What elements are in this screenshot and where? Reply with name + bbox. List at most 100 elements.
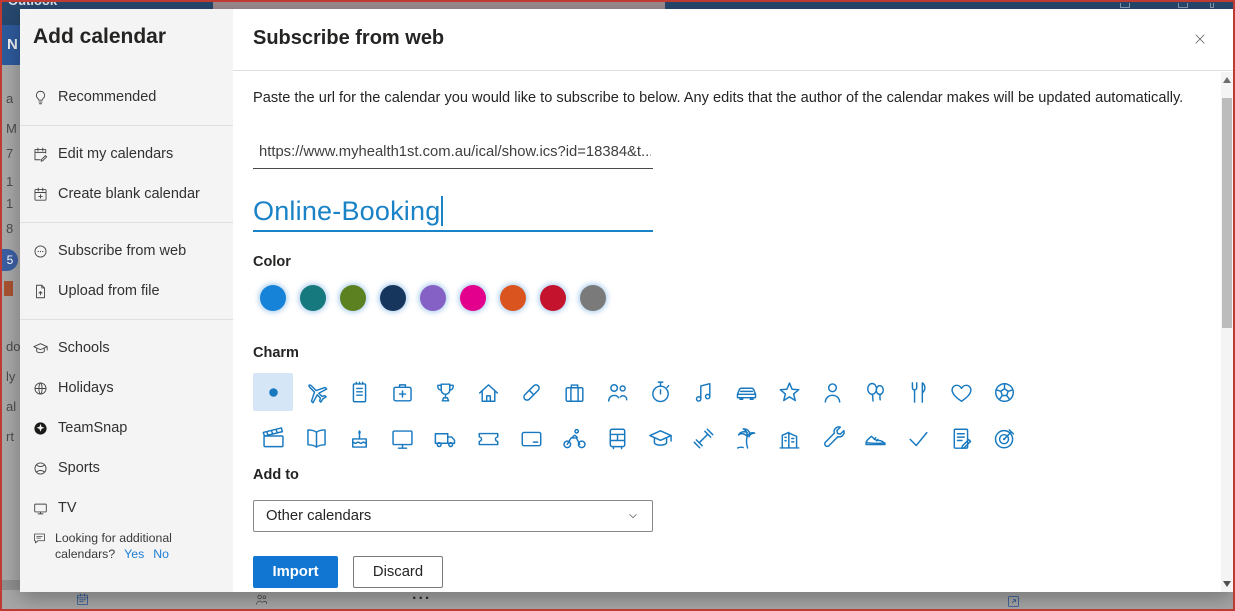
popout-icon[interactable]	[1006, 594, 1021, 609]
charm-bus[interactable]	[597, 419, 637, 457]
charm-clapperboard[interactable]	[253, 419, 293, 457]
scroll-up-icon[interactable]	[1221, 73, 1233, 87]
close-icon[interactable]	[1189, 29, 1211, 51]
feedback-no-link[interactable]: No	[153, 547, 169, 561]
discard-button[interactable]: Discard	[353, 556, 443, 588]
color-swatch-6[interactable]	[460, 285, 486, 311]
charm-wrench[interactable]	[812, 419, 852, 457]
people-icon[interactable]	[254, 592, 269, 607]
charm-person[interactable]	[812, 373, 852, 411]
globe-icon	[32, 380, 49, 397]
charm-first-aid-kit[interactable]	[382, 373, 422, 411]
charm-notepad[interactable]	[339, 373, 379, 411]
sidebar-item-recommended[interactable]: Recommended	[20, 77, 233, 117]
dining-icon	[905, 379, 932, 406]
backdrop-text-fragment: do	[6, 339, 20, 354]
charm-checkmark[interactable]	[898, 419, 938, 457]
calendar-name-value: Online-Booking	[253, 196, 440, 227]
sidebar-item-edit-my-calendars[interactable]: Edit my calendars	[20, 134, 233, 174]
sidebar-item-subscribe-from-web[interactable]: Subscribe from web	[20, 231, 233, 271]
charm-credit-card[interactable]	[511, 419, 551, 457]
backdrop-text-fragment: al	[6, 399, 16, 414]
charm-row-1	[253, 373, 1024, 411]
clapperboard-icon	[260, 425, 287, 452]
charm-cyclist[interactable]	[554, 419, 594, 457]
running-shoe-icon	[862, 425, 889, 452]
dialog-main: Subscribe from web Paste the url for the…	[233, 9, 1233, 592]
charm-journal[interactable]	[941, 419, 981, 457]
color-swatch-1[interactable]	[260, 285, 286, 311]
charm-briefcase[interactable]	[554, 373, 594, 411]
cyclist-icon	[561, 425, 588, 452]
charm-home[interactable]	[468, 373, 508, 411]
dot-icon	[260, 379, 287, 406]
color-swatch-9[interactable]	[580, 285, 606, 311]
calendar-icon[interactable]	[75, 592, 90, 607]
add-to-dropdown[interactable]: Other calendars	[253, 500, 653, 532]
balloons-icon	[862, 379, 889, 406]
color-swatch-3[interactable]	[340, 285, 366, 311]
color-swatch-4[interactable]	[380, 285, 406, 311]
charm-delivery-truck[interactable]	[425, 419, 465, 457]
scrollbar-thumb[interactable]	[1222, 98, 1232, 328]
charm-car[interactable]	[726, 373, 766, 411]
stopwatch-icon	[647, 379, 674, 406]
charm-pill[interactable]	[511, 373, 551, 411]
charm-star[interactable]	[769, 373, 809, 411]
sidebar-item-holidays[interactable]: Holidays	[20, 368, 233, 408]
charm-music-note[interactable]	[683, 373, 723, 411]
sidebar-item-create-blank-calendar[interactable]: Create blank calendar	[20, 174, 233, 214]
charm-open-book[interactable]	[296, 419, 336, 457]
feedback-question: Looking for additional calendars?YesNo	[32, 530, 185, 562]
charm-soccer-ball[interactable]	[984, 373, 1024, 411]
calendar-add-icon	[32, 186, 49, 203]
feedback-yes-link[interactable]: Yes	[124, 547, 144, 561]
charm-monitor[interactable]	[382, 419, 422, 457]
backdrop-text-fragment: M	[6, 121, 17, 136]
color-swatch-7[interactable]	[500, 285, 526, 311]
charm-airplane[interactable]	[296, 373, 336, 411]
sidebar-item-label: Subscribe from web	[58, 243, 186, 259]
sidebar-item-teamsnap[interactable]: TeamSnap	[20, 408, 233, 448]
sidebar-item-label: TeamSnap	[58, 420, 127, 436]
charm-dartboard[interactable]	[984, 419, 1024, 457]
subscribe-web-icon	[32, 243, 49, 260]
wrench-icon	[819, 425, 846, 452]
backdrop-dark-remnant	[2, 580, 20, 590]
charm-city-building[interactable]	[769, 419, 809, 457]
charm-graduation-cap[interactable]	[640, 419, 680, 457]
charm-palm-tree[interactable]	[726, 419, 766, 457]
charm-birthday-cake[interactable]	[339, 419, 379, 457]
sidebar-item-sports[interactable]: Sports	[20, 448, 233, 488]
charm-ticket[interactable]	[468, 419, 508, 457]
color-swatch-5[interactable]	[420, 285, 446, 311]
charm-balloons[interactable]	[855, 373, 895, 411]
lightbulb-icon	[32, 89, 49, 106]
calendar-edit-icon	[32, 146, 49, 163]
graduation-cap-icon	[32, 340, 49, 357]
calendar-name-input[interactable]: Online-Booking	[253, 192, 653, 232]
monitor-icon	[389, 425, 416, 452]
charm-trophy[interactable]	[425, 373, 465, 411]
dialog-scrollbar[interactable]	[1221, 72, 1233, 592]
palm-tree-icon	[733, 425, 760, 452]
charm-running-shoe[interactable]	[855, 419, 895, 457]
calendar-url-input[interactable]	[253, 139, 653, 169]
charm-people[interactable]	[597, 373, 637, 411]
sidebar-item-upload-from-file[interactable]: Upload from file	[20, 271, 233, 311]
charm-stopwatch[interactable]	[640, 373, 680, 411]
scroll-down-icon[interactable]	[1221, 577, 1233, 591]
color-swatch-2[interactable]	[300, 285, 326, 311]
import-button[interactable]: Import	[253, 556, 338, 588]
sidebar-item-tv[interactable]: TV	[20, 488, 233, 528]
charm-dumbbell[interactable]	[683, 419, 723, 457]
sidebar-item-schools[interactable]: Schools	[20, 328, 233, 368]
color-swatch-8[interactable]	[540, 285, 566, 311]
charm-dot[interactable]	[253, 373, 293, 411]
teamsnap-icon	[32, 420, 49, 437]
heart-icon	[948, 379, 975, 406]
checkmark-icon	[905, 425, 932, 452]
charm-dining[interactable]	[898, 373, 938, 411]
charm-heart[interactable]	[941, 373, 981, 411]
sidebar-item-label: Edit my calendars	[58, 146, 173, 162]
